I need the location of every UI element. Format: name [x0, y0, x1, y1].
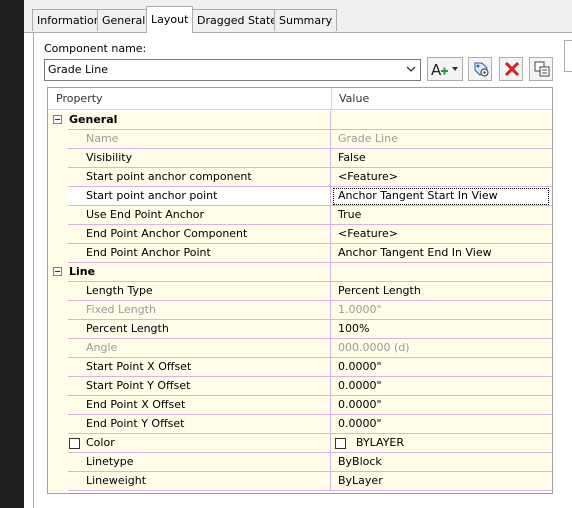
header-property: Property: [56, 92, 103, 105]
property-value[interactable]: 0.0000": [338, 417, 382, 430]
property-row[interactable]: Start point anchor component <Feature>: [48, 168, 552, 187]
side-pane-edge: [564, 40, 572, 72]
property-value: Grade Line: [338, 132, 398, 145]
property-value: 1.0000": [338, 303, 382, 316]
property-value[interactable]: False: [338, 151, 366, 164]
property-row[interactable]: Start Point Y Offset 0.0000": [48, 377, 552, 396]
property-value[interactable]: ByBlock: [338, 455, 382, 468]
property-row[interactable]: End Point Anchor Point Anchor Tangent En…: [48, 244, 552, 263]
property-value[interactable]: Anchor Tangent End In View: [338, 246, 492, 259]
property-label: Use End Point Anchor: [86, 208, 205, 221]
tab-general[interactable]: General: [97, 9, 151, 31]
header-value: Value: [339, 92, 370, 105]
property-label: Color: [86, 436, 115, 449]
tab-summary[interactable]: Summary: [274, 9, 338, 31]
color-swatch-icon: [335, 438, 346, 449]
property-label: End Point Y Offset: [86, 417, 185, 430]
category-label: Line: [69, 265, 96, 278]
property-label: End Point Anchor Point: [86, 246, 211, 259]
tab-information[interactable]: Information: [32, 9, 106, 31]
component-name-label: Component name:: [44, 42, 147, 55]
property-value[interactable]: 0.0000": [338, 379, 382, 392]
property-row[interactable]: Lineweight ByLayer: [48, 472, 552, 491]
property-label: Start point anchor point: [86, 189, 218, 202]
property-row[interactable]: Angle 000.0000 (d): [48, 339, 552, 358]
header-separator[interactable]: [331, 88, 332, 110]
property-row-color[interactable]: Color BYLAYER: [48, 434, 552, 453]
collapse-icon[interactable]: [53, 267, 62, 276]
property-row[interactable]: Name Grade Line: [48, 130, 552, 149]
property-row[interactable]: Visibility False: [48, 149, 552, 168]
property-row-selected[interactable]: Start point anchor point Anchor Tangent …: [48, 187, 552, 206]
category-general[interactable]: General: [48, 111, 552, 130]
property-value[interactable]: 100%: [338, 322, 369, 335]
property-label: Name: [86, 132, 119, 145]
component-name-value: Grade Line: [48, 63, 108, 76]
property-label: Visibility: [86, 151, 133, 164]
property-label: Fixed Length: [86, 303, 156, 316]
property-label: End Point X Offset: [86, 398, 186, 411]
property-value[interactable]: True: [338, 208, 361, 221]
property-value[interactable]: BYLAYER: [356, 436, 404, 449]
tab-dragged-state[interactable]: Dragged State: [192, 9, 283, 31]
property-label: Angle: [86, 341, 118, 354]
chevron-down-icon: [406, 66, 416, 72]
delete-icon: [504, 61, 520, 77]
property-label: Percent Length: [86, 322, 169, 335]
property-grid: Property Value General Name Grade Line V…: [47, 87, 553, 494]
copy-component-button[interactable]: [529, 57, 553, 81]
property-label: End Point Anchor Component: [86, 227, 248, 240]
property-row[interactable]: End Point X Offset 0.0000": [48, 396, 552, 415]
property-label: Start Point Y Offset: [86, 379, 191, 392]
category-line[interactable]: Line: [48, 263, 552, 282]
property-label: Lineweight: [86, 474, 147, 487]
category-label: General: [69, 113, 118, 126]
delete-component-button[interactable]: [499, 57, 523, 81]
property-value[interactable]: 0.0000": [338, 360, 382, 373]
property-value[interactable]: Anchor Tangent Start In View: [338, 189, 498, 202]
property-row[interactable]: Percent Length 100%: [48, 320, 552, 339]
property-value[interactable]: 0.0000": [338, 398, 382, 411]
add-component-button[interactable]: A: [427, 57, 463, 81]
color-checkbox[interactable]: [69, 438, 80, 449]
property-row[interactable]: Use End Point Anchor True: [48, 206, 552, 225]
collapse-icon[interactable]: [53, 115, 62, 124]
add-component-icon: A: [431, 61, 458, 78]
property-row[interactable]: Linetype ByBlock: [48, 453, 552, 472]
tab-layout[interactable]: Layout: [146, 6, 194, 33]
property-row[interactable]: End Point Anchor Component <Feature>: [48, 225, 552, 244]
property-value[interactable]: Percent Length: [338, 284, 421, 297]
grid-header: Property Value: [48, 88, 552, 110]
property-value[interactable]: <Feature>: [338, 170, 398, 183]
property-row[interactable]: Length Type Percent Length: [48, 282, 552, 301]
property-row[interactable]: Fixed Length 1.0000": [48, 301, 552, 320]
component-settings-button[interactable]: [468, 57, 492, 81]
property-value: 000.0000 (d): [338, 341, 410, 354]
property-label: Length Type: [86, 284, 153, 297]
copy-icon: [534, 61, 550, 77]
left-dark-strip: [0, 0, 24, 508]
svg-text:A: A: [431, 61, 442, 78]
property-row[interactable]: Start Point X Offset 0.0000": [48, 358, 552, 377]
tab-bar: Information General Layout Dragged State…: [24, 0, 572, 33]
property-label: Start Point X Offset: [86, 360, 192, 373]
property-value[interactable]: ByLayer: [338, 474, 383, 487]
property-value[interactable]: <Feature>: [338, 227, 398, 240]
component-settings-icon: [474, 62, 489, 77]
component-name-dropdown[interactable]: Grade Line: [44, 59, 421, 81]
property-label: Start point anchor component: [86, 170, 252, 183]
property-label: Linetype: [86, 455, 134, 468]
property-row[interactable]: End Point Y Offset 0.0000": [48, 415, 552, 434]
